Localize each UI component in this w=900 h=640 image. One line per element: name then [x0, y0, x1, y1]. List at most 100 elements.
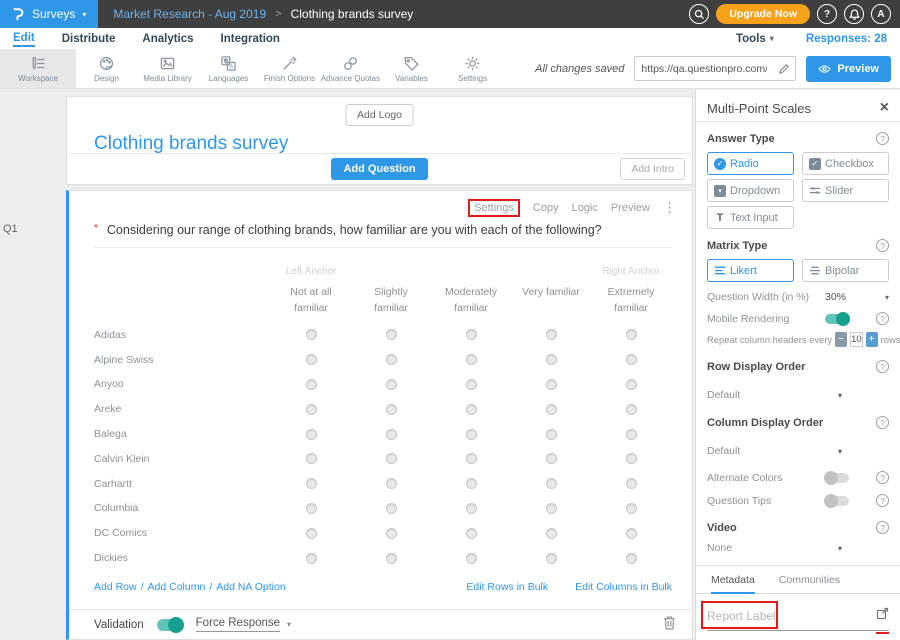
help-icon[interactable]: ? — [876, 132, 889, 145]
radio-button[interactable] — [306, 379, 317, 390]
force-response-dropdown[interactable]: Force Response ▾ — [196, 617, 291, 632]
add-logo-button[interactable]: Add Logo — [345, 104, 414, 126]
radio-button[interactable] — [466, 404, 477, 415]
radio-button[interactable] — [546, 429, 557, 440]
close-icon[interactable]: × — [880, 99, 889, 117]
question-copy-button[interactable]: Copy — [533, 202, 559, 214]
add-row-link[interactable]: Add Row — [94, 581, 137, 593]
question-settings-button annotation-settings-highlight[interactable]: Settings — [468, 199, 520, 217]
help-icon[interactable]: ? — [876, 239, 889, 252]
answer-type-radio[interactable]: ✓Radio — [707, 152, 794, 175]
row-display-order-dropdown[interactable]: Default ▾ — [707, 389, 889, 401]
toolbar-item-workspace[interactable]: Workspace — [0, 49, 76, 88]
help-icon[interactable]: ? — [876, 471, 889, 484]
question-text[interactable]: Considering our range of clothing brands… — [107, 223, 602, 237]
row-label[interactable]: Adidas — [94, 329, 271, 341]
radio-button[interactable] — [546, 503, 557, 514]
survey-title[interactable]: Clothing brands survey — [94, 133, 288, 155]
toolbar-item-settings[interactable]: Settings — [442, 49, 503, 88]
preview-button[interactable]: Preview — [806, 56, 891, 82]
edit-url-button[interactable] — [773, 57, 795, 80]
row-label[interactable]: Anyoo — [94, 378, 271, 390]
answer-type-dropdown[interactable]: ▾Dropdown — [707, 179, 794, 202]
radio-button[interactable] — [626, 453, 637, 464]
alternate-colors-toggle[interactable] — [825, 473, 849, 483]
radio-button[interactable] — [546, 478, 557, 489]
matrix-type-likert[interactable]: Likert — [707, 259, 794, 282]
radio-button[interactable] — [466, 354, 477, 365]
radio-button[interactable] — [386, 453, 397, 464]
column-header[interactable]: Extremely familiar — [591, 285, 671, 317]
radio-button[interactable] — [626, 429, 637, 440]
question-logic-button[interactable]: Logic — [572, 202, 598, 214]
column-header[interactable]: Not at all familiar — [271, 285, 351, 317]
help-icon[interactable]: ? — [876, 360, 889, 373]
row-label[interactable]: Dickies — [94, 552, 271, 564]
radio-button[interactable] — [546, 528, 557, 539]
radio-button[interactable] — [626, 354, 637, 365]
radio-button[interactable] — [386, 503, 397, 514]
radio-button[interactable] — [306, 429, 317, 440]
nav-item-edit[interactable]: Edit — [13, 30, 35, 47]
radio-button[interactable] — [386, 404, 397, 415]
radio-button[interactable] — [546, 453, 557, 464]
help-icon[interactable]: ? — [876, 494, 889, 507]
column-header[interactable]: Very familiar — [511, 285, 591, 301]
row-label[interactable]: Carhartt — [94, 478, 271, 490]
radio-button[interactable] — [386, 478, 397, 489]
add-intro-button[interactable]: Add Intro — [620, 158, 685, 180]
help-icon[interactable]: ? — [876, 521, 889, 534]
decrement-button[interactable]: − — [835, 332, 847, 347]
toolbar-item-advance-quotas[interactable]: Advance Quotas — [320, 49, 381, 88]
radio-button[interactable] — [386, 354, 397, 365]
radio-button[interactable] — [626, 379, 637, 390]
help-icon[interactable]: ? — [876, 312, 889, 325]
radio-button[interactable] — [466, 503, 477, 514]
radio-button[interactable] — [386, 329, 397, 340]
radio-button[interactable] — [546, 354, 557, 365]
radio-button[interactable] — [626, 553, 637, 564]
increment-button[interactable]: + — [866, 332, 878, 347]
radio-button[interactable] — [546, 404, 557, 415]
matrix-type-bipolar[interactable]: Bipolar — [802, 259, 889, 282]
radio-button[interactable] — [626, 528, 637, 539]
radio-button[interactable] — [466, 329, 477, 340]
radio-button[interactable] — [306, 354, 317, 365]
add-column-link[interactable]: Add Column — [148, 581, 206, 593]
open-report-label-button[interactable] — [876, 607, 889, 625]
add-question-button[interactable]: Add Question — [331, 158, 427, 180]
question-preview-button[interactable]: Preview — [611, 202, 650, 214]
radio-button[interactable] — [306, 404, 317, 415]
radio-button[interactable] — [306, 329, 317, 340]
radio-button[interactable] — [546, 553, 557, 564]
help-button[interactable]: ? — [817, 4, 837, 24]
toolbar-item-finish-options[interactable]: Finish Options — [259, 49, 320, 88]
nav-item-distribute[interactable]: Distribute — [62, 31, 116, 46]
question-tips-toggle[interactable] — [825, 496, 849, 506]
radio-button[interactable] — [626, 503, 637, 514]
edit-columns-in-bulk-link[interactable]: Edit Columns in Bulk — [575, 581, 672, 593]
tab-communities[interactable]: Communities — [779, 566, 840, 593]
chevron-down-icon[interactable]: ▾ — [885, 293, 889, 302]
radio-button[interactable] — [466, 379, 477, 390]
repeat-headers-value[interactable]: 10 — [850, 332, 863, 347]
nav-item-analytics[interactable]: Analytics — [142, 31, 193, 46]
video-dropdown[interactable]: None ▾ — [707, 542, 889, 554]
survey-url-input[interactable] — [635, 63, 773, 75]
column-header[interactable]: Slightly familiar — [351, 285, 431, 317]
radio-button[interactable] — [306, 553, 317, 564]
nav-item-integration[interactable]: Integration — [221, 31, 280, 46]
radio-button[interactable] — [546, 379, 557, 390]
app-menu[interactable]: Surveys ▾ — [0, 0, 98, 28]
radio-button[interactable] — [306, 503, 317, 514]
kebab-menu-icon[interactable]: ⋮ — [663, 200, 676, 216]
upgrade-now-button[interactable]: Upgrade Now — [716, 4, 810, 24]
radio-button[interactable] — [386, 379, 397, 390]
add-na-option-link[interactable]: Add NA Option — [216, 581, 285, 593]
radio-button[interactable] — [466, 453, 477, 464]
radio-button[interactable] — [386, 553, 397, 564]
radio-button[interactable] — [386, 528, 397, 539]
radio-button[interactable] — [306, 453, 317, 464]
radio-button[interactable] — [626, 478, 637, 489]
row-label[interactable]: Columbia — [94, 502, 271, 514]
